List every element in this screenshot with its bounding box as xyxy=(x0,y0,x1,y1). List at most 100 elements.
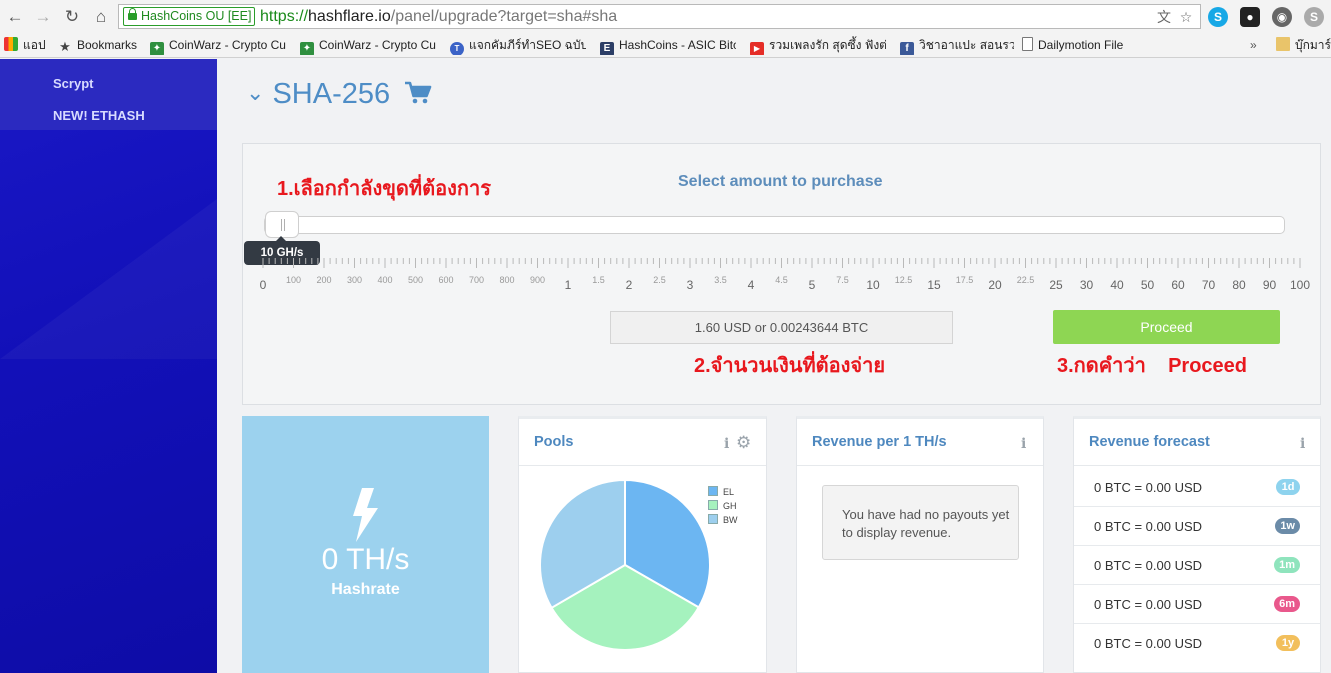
extension-icon[interactable]: ● xyxy=(1240,7,1260,27)
url-path: /panel/upgrade?target=sha#sha xyxy=(390,8,618,25)
annotation-step-1: 1.เลือกกำลังขุดที่ต้องการ xyxy=(277,178,491,200)
coinwarz-icon: ✦ xyxy=(150,42,164,55)
sidebar-item-scrypt[interactable]: Scrypt xyxy=(53,76,93,91)
film-icon[interactable]: ◉ xyxy=(1272,7,1292,27)
legend-item-gh: GH xyxy=(708,500,737,511)
reload-icon[interactable]: ↻ xyxy=(61,6,83,28)
browser-toolbar: ← → ↻ ⌂ HashCoins OU [EE] https://hashfl… xyxy=(0,0,1331,33)
bookmark-label: HashCoins - ASIC Bitc xyxy=(619,38,736,52)
page-title-text: SHA-256 xyxy=(272,78,391,110)
bookmark-label: บุ๊กมาร์ก xyxy=(1295,38,1331,52)
hashrate-card: 0 TH/s Hashrate xyxy=(242,416,489,673)
forecast-row: 0 BTC = 0.00 USD 1d xyxy=(1074,468,1320,507)
star-filled-icon: ★ xyxy=(59,39,71,54)
hashrate-label: Hashrate xyxy=(331,581,400,598)
proceed-button[interactable]: Proceed xyxy=(1053,310,1280,344)
hashpower-slider-track[interactable] xyxy=(264,216,1285,234)
lightning-bolt-icon xyxy=(353,488,378,542)
forecast-row: 0 BTC = 0.00 USD 1m xyxy=(1074,546,1320,585)
legend-label: GH xyxy=(723,501,737,511)
slider-value-tooltip: 10 GH/s xyxy=(244,236,320,265)
youtube-icon: ▶ xyxy=(750,42,764,55)
forecast-row: 0 BTC = 0.00 USD 6m xyxy=(1074,585,1320,624)
legend-label: EL xyxy=(723,487,735,497)
lock-icon xyxy=(128,8,137,20)
legend-swatch xyxy=(708,486,718,496)
bookmark-coinwarz-2[interactable]: ✦ CoinWarz - Crypto Cu xyxy=(300,36,436,55)
legend-swatch xyxy=(708,514,718,524)
bookmark-hashcoins[interactable]: E HashCoins - ASIC Bitc xyxy=(600,36,736,55)
url-host: hashflare.io xyxy=(308,8,391,25)
hashcoins-icon: E xyxy=(600,42,614,55)
bookmark-coinwarz-1[interactable]: ✦ CoinWarz - Crypto Cu xyxy=(150,36,286,55)
star-icon[interactable]: ☆ xyxy=(1177,8,1195,26)
period-badge-1y: 1y xyxy=(1276,635,1300,651)
url-scheme: https:// xyxy=(260,8,309,25)
card-divider xyxy=(519,465,766,466)
bookmark-label: แจกคัมภีร์ทำSEO ฉบับเริ่ xyxy=(469,38,586,52)
bookmarks-bar: แอป ★ Bookmarks ✦ CoinWarz - Crypto Cu ✦ Co… xyxy=(0,33,1331,58)
bookmark-dailymotion[interactable]: Dailymotion File xyxy=(1022,36,1136,55)
bookmark-label: CoinWarz - Crypto Cu xyxy=(169,38,286,52)
select-amount-label: Select amount to purchase xyxy=(678,173,883,190)
forecast-value: 0 BTC = 0.00 USD xyxy=(1094,597,1203,612)
forecast-row: 0 BTC = 0.00 USD 1w xyxy=(1074,507,1320,546)
forecast-value: 0 BTC = 0.00 USD xyxy=(1094,558,1203,573)
card-divider xyxy=(1074,465,1320,466)
sidebar: Scrypt NEW! ETHASH xyxy=(0,59,217,673)
period-badge-1w: 1w xyxy=(1275,518,1300,534)
sidebar-item-ethash[interactable]: NEW! ETHASH xyxy=(53,108,145,123)
back-arrow-icon[interactable]: ← xyxy=(4,6,26,28)
revenue-title: Revenue per 1 TH/s xyxy=(812,434,947,450)
bookmark-label: CoinWarz - Crypto Cu xyxy=(319,38,436,52)
legend-swatch xyxy=(708,500,718,510)
bookmark-facebook[interactable]: f วิชาอาแปะ สอนรวย xyxy=(900,36,1014,55)
file-icon xyxy=(1022,37,1033,51)
forecast-value: 0 BTC = 0.00 USD xyxy=(1094,636,1203,651)
annotation-step-3: 3.กดคำว่า Proceed xyxy=(1057,355,1247,377)
bookmark-label: Bookmarks xyxy=(77,38,138,52)
no-payout-message: You have had no payouts yet to display r… xyxy=(822,485,1019,560)
legend-item-bw: BW xyxy=(708,514,738,525)
page-title[interactable]: ⌄ SHA-256 xyxy=(246,76,432,110)
bookmark-apps[interactable]: แอป xyxy=(4,36,48,55)
shopping-cart-icon xyxy=(405,81,432,104)
skype-gray-icon[interactable]: S xyxy=(1304,7,1324,27)
legend-label: BW xyxy=(723,515,738,525)
gear-icon[interactable]: ⚙ xyxy=(736,433,751,453)
card-divider xyxy=(797,465,1043,466)
bookmark-label: วิชาอาแปะ สอนรวย xyxy=(919,38,1014,52)
info-icon[interactable]: i xyxy=(1021,436,1026,452)
coinwarz-icon: ✦ xyxy=(300,42,314,55)
legend-item-el: EL xyxy=(708,486,734,497)
annotation-step-2: 2.จำนวนเงินที่ต้องจ่าย xyxy=(694,355,886,377)
bookmark-label: Dailymotion File xyxy=(1038,38,1124,52)
period-badge-1m: 1m xyxy=(1274,557,1300,573)
hashpower-slider-handle[interactable] xyxy=(265,211,299,238)
forward-arrow-icon[interactable]: → xyxy=(32,6,54,28)
seo-site-icon: T xyxy=(450,42,464,55)
sidebar-menu: Scrypt NEW! ETHASH xyxy=(0,59,217,130)
bookmark-seo[interactable]: T แจกคัมภีร์ทำSEO ฉบับเริ่ xyxy=(450,36,586,55)
info-icon[interactable]: i xyxy=(1300,436,1305,452)
home-icon[interactable]: ⌂ xyxy=(90,6,112,28)
bookmark-folder[interactable]: บุ๊กมาร์ก xyxy=(1276,36,1331,55)
address-bar[interactable]: HashCoins OU [EE] https://hashflare.io/p… xyxy=(118,4,1201,29)
info-icon[interactable]: i xyxy=(724,436,729,452)
skype-icon[interactable]: S xyxy=(1208,7,1228,27)
sidebar-decoration xyxy=(0,199,217,359)
period-badge-1d: 1d xyxy=(1276,479,1300,495)
facebook-icon: f xyxy=(900,42,914,55)
chevron-down-icon: ⌄ xyxy=(246,80,265,105)
bookmark-youtube[interactable]: ▶ รวมเพลงรัก สุดซึ้ง ฟังต่อเ xyxy=(750,36,886,55)
forecast-title: Revenue forecast xyxy=(1089,434,1210,450)
bookmarks-overflow[interactable]: » xyxy=(1250,36,1262,55)
url-text: https://hashflare.io/panel/upgrade?targe… xyxy=(260,7,617,27)
hashrate-value: 0 TH/s xyxy=(321,543,410,576)
bookmark-label: แอป xyxy=(23,38,46,52)
translate-icon[interactable]: 文 xyxy=(1155,8,1173,26)
bookmark-bookmarks[interactable]: ★ Bookmarks xyxy=(58,36,142,55)
forecast-value: 0 BTC = 0.00 USD xyxy=(1094,519,1203,534)
bookmark-label: รวมเพลงรัก สุดซึ้ง ฟังต่อเ xyxy=(769,38,886,52)
secure-chip[interactable]: HashCoins OU [EE] xyxy=(123,7,256,26)
